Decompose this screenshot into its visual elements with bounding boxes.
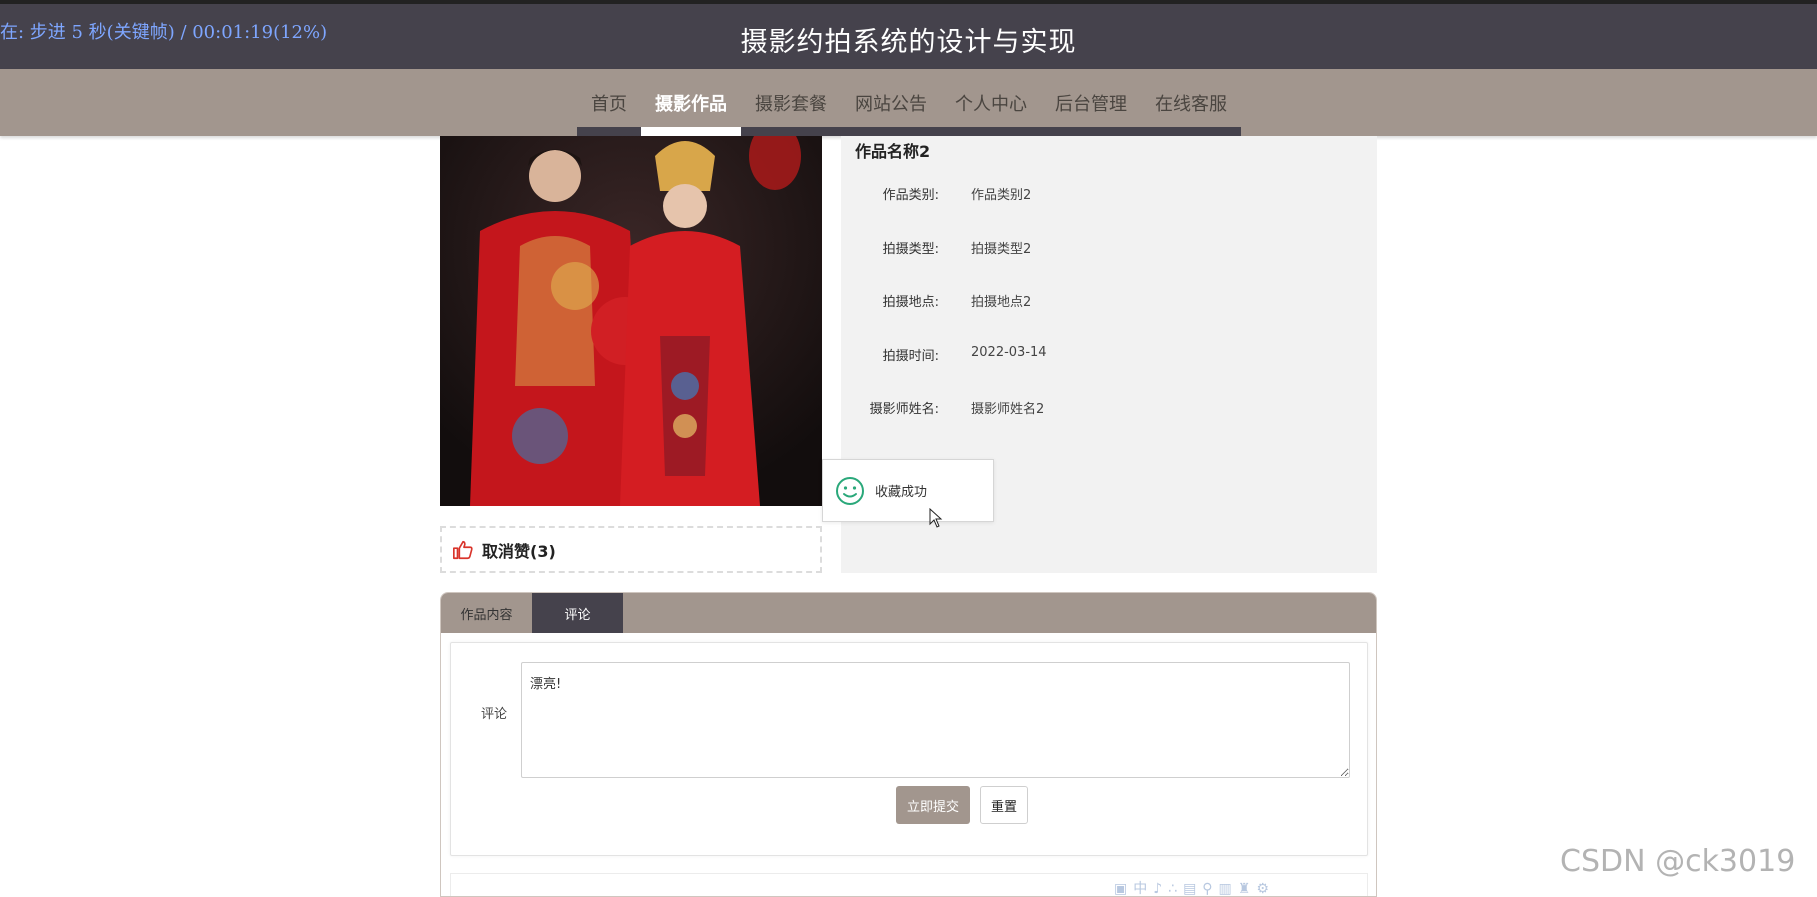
ime-toolbar: ▣中♪∴▤⚲▥♜⚙ — [1114, 881, 1275, 897]
nav-item-online-service[interactable]: 在线客服 — [1141, 69, 1241, 136]
field-value: 拍摄地点2 — [971, 295, 1032, 310]
field-value: 拍摄类型2 — [971, 242, 1032, 257]
work-photo — [440, 136, 822, 506]
watermark: CSDN @ck3019 — [1560, 844, 1796, 879]
comment-form: 评论 漂亮! 立即提交 重置 — [450, 642, 1368, 856]
site-title: 摄影约拍系统的设计与实现 — [740, 27, 1077, 58]
field-label: 拍摄时间: — [882, 349, 939, 364]
nav-item-personal-center[interactable]: 个人中心 — [941, 69, 1041, 136]
site-header: 在: 步进 5 秒(关键帧) / 00:01:19(12%) 摄影约拍系统的设计… — [0, 0, 1817, 69]
toast-message: 收藏成功 — [875, 485, 928, 500]
field-label: 拍摄类型: — [882, 242, 939, 257]
nav-item-admin[interactable]: 后台管理 — [1041, 69, 1141, 136]
main-nav: 首页 摄影作品 摄影套餐 网站公告 个人中心 后台管理 在线客服 — [0, 69, 1817, 136]
tab-work-content[interactable]: 作品内容 — [441, 593, 532, 633]
comment-label: 评论 — [481, 707, 508, 722]
mouse-cursor-icon — [929, 508, 943, 528]
tab-bar: 作品内容 评论 — [441, 593, 1376, 633]
smile-icon — [836, 476, 864, 505]
field-value: 作品类别2 — [971, 188, 1032, 203]
nav-item-packages[interactable]: 摄影套餐 — [741, 69, 841, 136]
work-name: 作品名称2 — [855, 142, 931, 161]
field-label: 摄影师姓名: — [869, 402, 939, 417]
submit-button[interactable]: 立即提交 — [896, 786, 970, 824]
field-label: 拍摄地点: — [882, 295, 939, 310]
thumbs-up-icon — [453, 540, 473, 559]
field-label: 作品类别: — [882, 188, 939, 203]
nav-item-announcements[interactable]: 网站公告 — [841, 69, 941, 136]
field-value: 摄影师姓名2 — [971, 402, 1045, 417]
field-value: 2022-03-14 — [971, 345, 1047, 360]
page: 在: 步进 5 秒(关键帧) / 00:01:19(12%) 摄影约拍系统的设计… — [0, 0, 1817, 897]
detail-tabs: 作品内容 评论 评论 漂亮! 立即提交 重置 — [440, 592, 1377, 897]
unlike-button[interactable]: 取消赞(3) — [440, 526, 822, 573]
comment-textarea[interactable]: 漂亮! — [521, 662, 1350, 778]
nav-item-works[interactable]: 摄影作品 — [641, 69, 741, 136]
reset-button[interactable]: 重置 — [980, 786, 1028, 824]
tab-comments[interactable]: 评论 — [532, 593, 623, 633]
toast-notification: 收藏成功 — [822, 459, 994, 522]
nav-item-home[interactable]: 首页 — [577, 69, 641, 136]
like-label: 取消赞(3) — [482, 541, 556, 561]
